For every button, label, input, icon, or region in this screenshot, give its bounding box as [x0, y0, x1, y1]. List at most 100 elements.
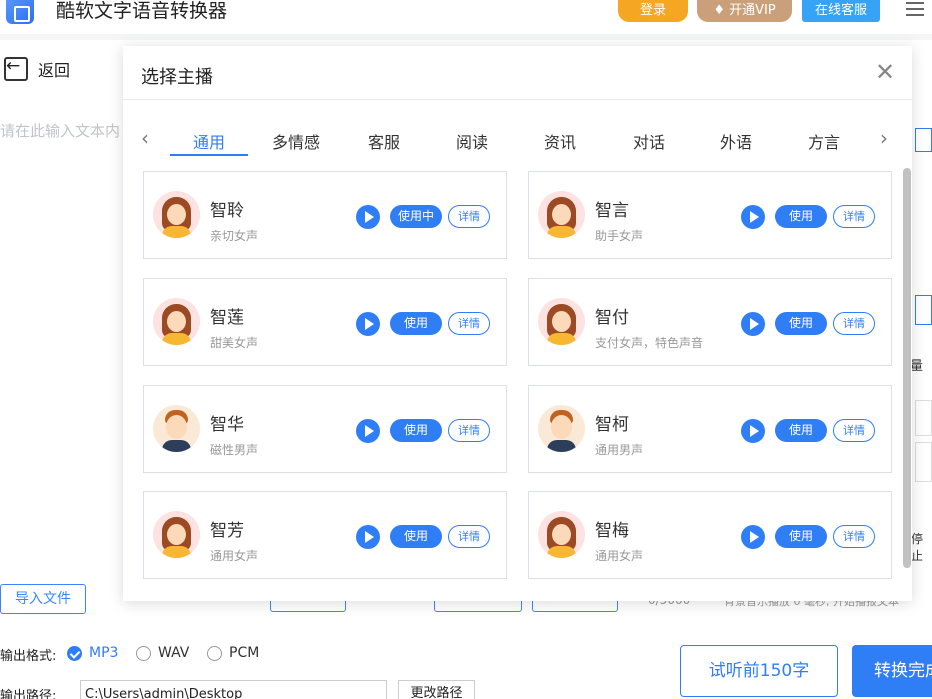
- avatar: [538, 405, 585, 452]
- radio-checked-icon: [67, 645, 82, 661]
- detail-button[interactable]: 详情: [833, 419, 875, 442]
- avatar: [153, 511, 200, 558]
- back-label: 返回: [38, 61, 71, 80]
- play-icon[interactable]: [741, 312, 765, 336]
- voice-name: 智梅: [595, 521, 629, 541]
- use-button[interactable]: 使用: [390, 525, 442, 548]
- side-control-2[interactable]: [915, 295, 932, 325]
- detail-button[interactable]: 详情: [448, 205, 490, 228]
- back-icon: [4, 56, 28, 81]
- voice-description: 通用女声: [210, 549, 259, 563]
- use-button[interactable]: 使用: [775, 419, 827, 442]
- voice-description: 磁性男声: [210, 443, 259, 457]
- voice-card[interactable]: 智莲 甜美女声 使用 详情: [143, 278, 507, 366]
- detail-button[interactable]: 详情: [448, 419, 490, 442]
- voice-card[interactable]: 智言 助手女声 使用 详情: [528, 171, 892, 259]
- voice-name: 智芳: [210, 521, 244, 541]
- play-icon[interactable]: [356, 312, 380, 336]
- detail-button[interactable]: 详情: [833, 205, 875, 228]
- play-icon[interactable]: [356, 419, 380, 443]
- menu-icon[interactable]: [906, 2, 924, 16]
- voice-description: 通用男声: [595, 443, 644, 457]
- tab-dialogue[interactable]: 对话: [633, 129, 665, 153]
- radio-unchecked-icon: [136, 645, 151, 661]
- voice-description: 通用女声: [595, 549, 644, 563]
- dialog-header: 选择主播 ✕: [123, 46, 912, 100]
- use-button[interactable]: 使用: [775, 525, 827, 548]
- tab-general[interactable]: 通用: [193, 129, 225, 153]
- play-icon[interactable]: [741, 525, 765, 549]
- voice-description: 助手女声: [595, 229, 644, 243]
- tab-next-arrow-icon[interactable]: ›: [880, 126, 888, 150]
- use-button[interactable]: 使用: [390, 312, 442, 335]
- play-icon[interactable]: [356, 525, 380, 549]
- voice-name: 智柯: [595, 415, 629, 435]
- format-radio-pcm[interactable]: PCM: [207, 645, 259, 661]
- format-radio-wav[interactable]: WAV: [136, 645, 189, 661]
- play-icon[interactable]: [741, 419, 765, 443]
- use-button[interactable]: 使用: [775, 205, 827, 228]
- tab-customer-service[interactable]: 客服: [368, 129, 400, 153]
- detail-button[interactable]: 详情: [833, 312, 875, 335]
- tab-dialect[interactable]: 方言: [808, 129, 840, 153]
- use-button[interactable]: 使用中: [390, 205, 442, 228]
- text-input-placeholder[interactable]: 请在此输入文本内: [0, 120, 120, 141]
- tab-news[interactable]: 资讯: [544, 129, 576, 153]
- side-control-3[interactable]: [915, 400, 932, 436]
- format-label: MP3: [89, 645, 119, 661]
- vip-button[interactable]: ♦ 开通VIP: [697, 0, 792, 22]
- format-radio-mp3[interactable]: MP3: [67, 645, 118, 661]
- avatar: [538, 191, 585, 238]
- online-service-button[interactable]: 在线客服: [802, 0, 880, 22]
- tab-foreign[interactable]: 外语: [720, 129, 752, 153]
- import-file-button[interactable]: 导入文件: [0, 584, 86, 614]
- active-tab-indicator: [170, 154, 248, 156]
- detail-button[interactable]: 详情: [833, 525, 875, 548]
- voice-name: 智聆: [210, 201, 244, 221]
- avatar: [538, 298, 585, 345]
- voice-description: 甜美女声: [210, 336, 259, 350]
- tab-prev-arrow-icon[interactable]: ‹: [141, 126, 149, 150]
- tab-emotional[interactable]: 多情感: [272, 129, 320, 153]
- format-label: PCM: [229, 645, 260, 661]
- app-logo: [6, 0, 34, 24]
- back-button[interactable]: 返回: [4, 56, 70, 82]
- voice-name: 智华: [210, 415, 244, 435]
- side-control-4[interactable]: [915, 442, 932, 482]
- format-label: WAV: [158, 645, 190, 661]
- login-button[interactable]: 登录: [618, 0, 688, 22]
- voice-name: 智莲: [210, 308, 244, 328]
- output-path-label: 输出路径:: [0, 689, 57, 699]
- side-label-stop: 停止: [911, 532, 924, 563]
- preview-button[interactable]: 试听前150字: [680, 645, 838, 697]
- voice-card[interactable]: 智梅 通用女声 使用 详情: [528, 491, 892, 579]
- use-button[interactable]: 使用: [390, 419, 442, 442]
- use-button[interactable]: 使用: [775, 312, 827, 335]
- detail-button[interactable]: 详情: [448, 525, 490, 548]
- select-voice-dialog: 选择主播 ✕ ‹ 通用 多情感 客服 阅读 资讯 对话 外语 方言 › 智聆 亲…: [123, 46, 912, 601]
- voice-card[interactable]: 智付 支付女声，特色声音 使用 详情: [528, 278, 892, 366]
- voice-card[interactable]: 智聆 亲切女声 使用中 详情: [143, 171, 507, 259]
- convert-button[interactable]: 转换完成: [852, 645, 932, 697]
- voice-description: 支付女声，特色声音: [595, 336, 704, 350]
- scrollbar[interactable]: [903, 168, 911, 568]
- output-path-input[interactable]: C:\Users\admin\Desktop: [80, 680, 387, 699]
- change-path-button[interactable]: 更改路径: [398, 680, 475, 699]
- tab-reading[interactable]: 阅读: [456, 129, 488, 153]
- voice-card[interactable]: 智华 磁性男声 使用 详情: [143, 385, 507, 473]
- voice-card[interactable]: 智芳 通用女声 使用 详情: [143, 491, 507, 579]
- detail-button[interactable]: 详情: [448, 312, 490, 335]
- radio-unchecked-icon: [207, 645, 222, 661]
- side-control-1[interactable]: [915, 128, 932, 152]
- dialog-title: 选择主播: [141, 67, 213, 88]
- title-bar: 酷软文字语音转换器 登录 ♦ 开通VIP 在线客服: [0, 0, 932, 34]
- voice-name: 智言: [595, 201, 629, 221]
- voice-description: 亲切女声: [210, 229, 259, 243]
- app-title: 酷软文字语音转换器: [56, 0, 228, 22]
- avatar: [153, 191, 200, 238]
- play-icon[interactable]: [741, 205, 765, 229]
- close-icon[interactable]: ✕: [875, 60, 895, 84]
- play-icon[interactable]: [356, 205, 380, 229]
- avatar: [153, 298, 200, 345]
- voice-card[interactable]: 智柯 通用男声 使用 详情: [528, 385, 892, 473]
